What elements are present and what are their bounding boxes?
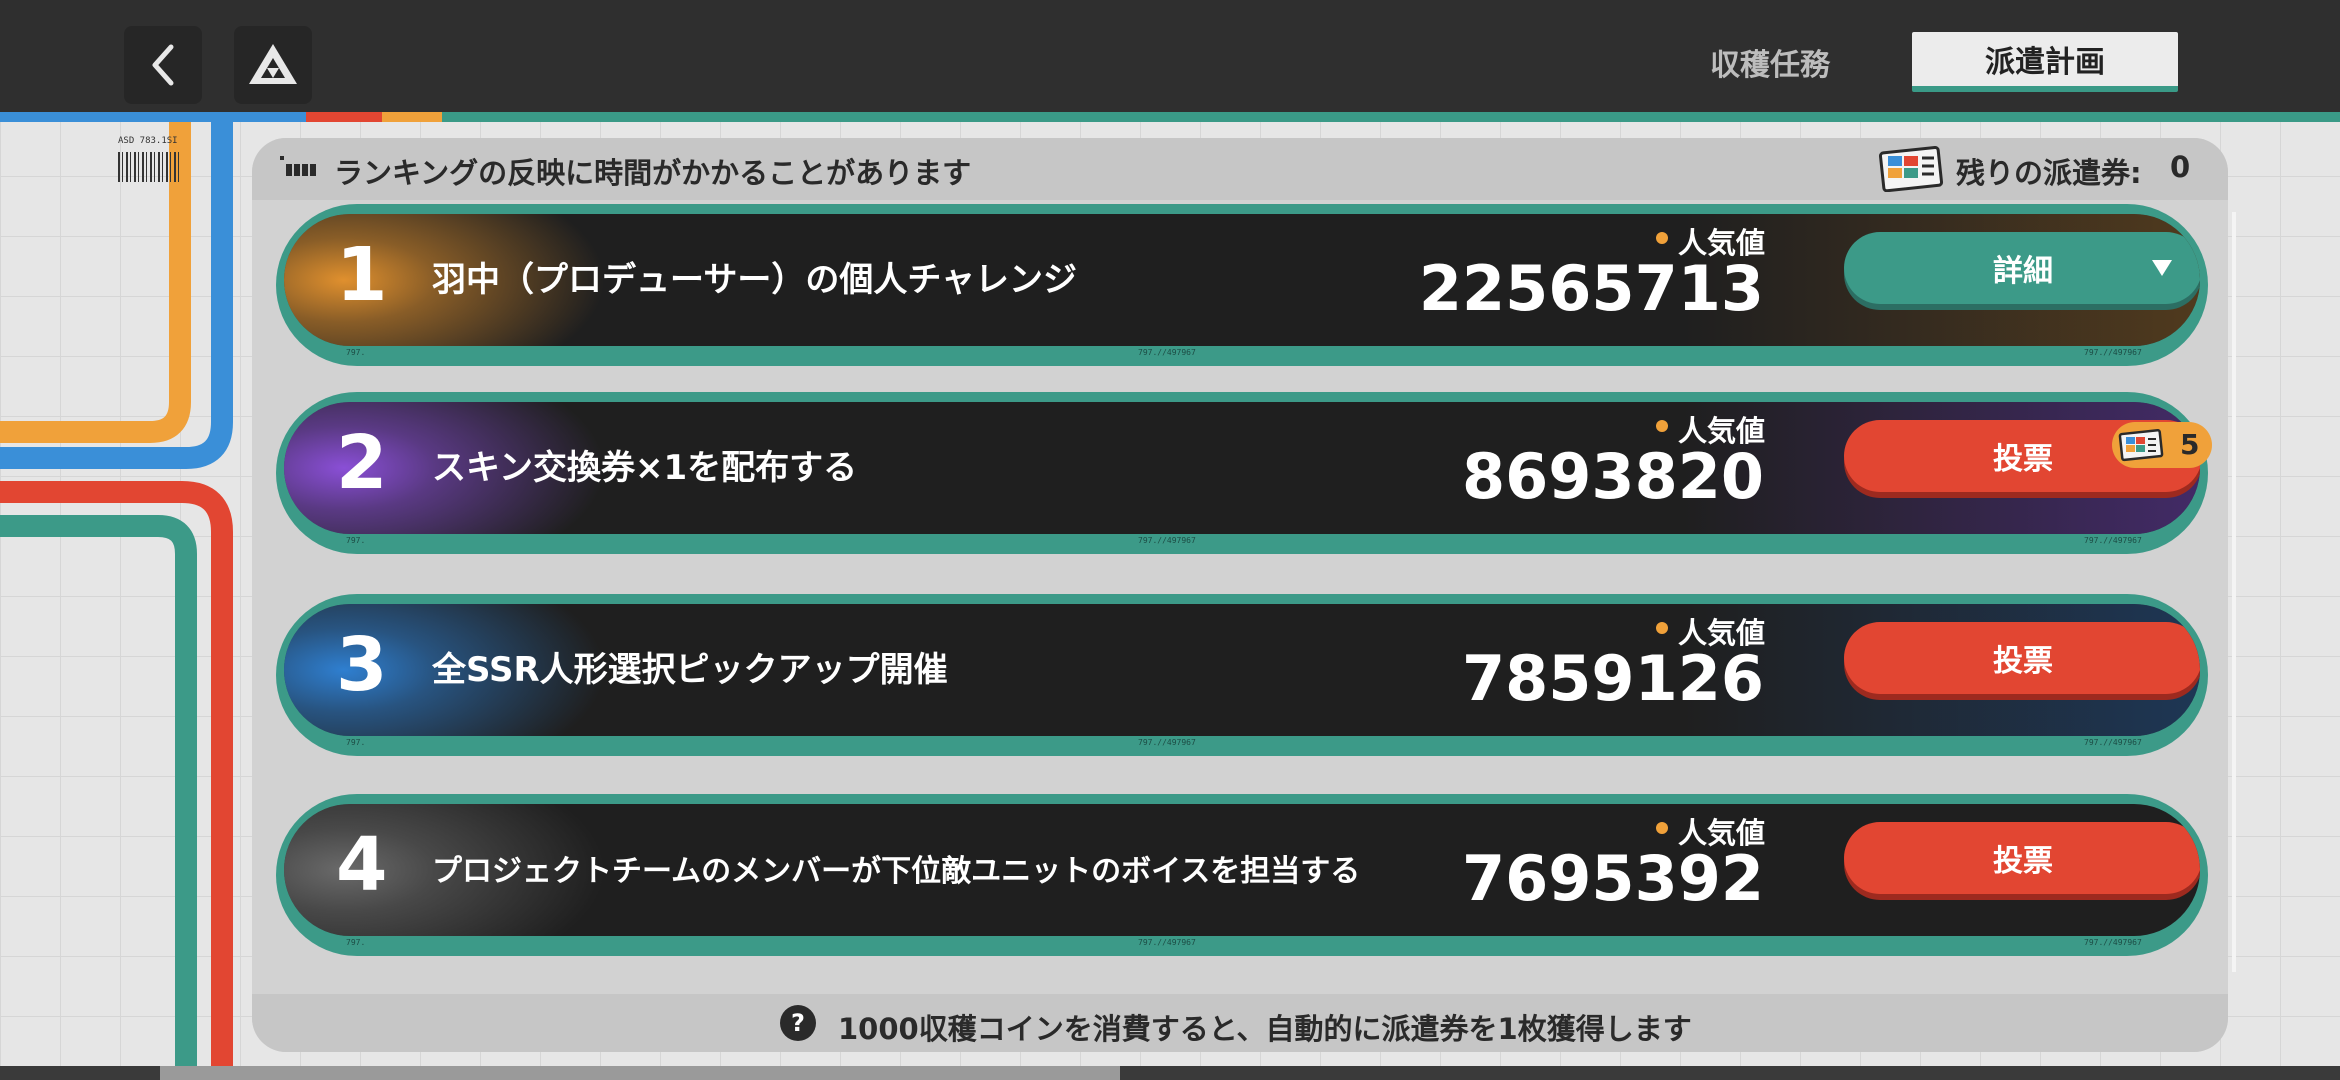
ranking-notice-text: ランキングの反映に時間がかかることがあります bbox=[334, 156, 972, 190]
popularity-value: 22565713 bbox=[1418, 252, 1764, 325]
row-title: スキン交換券×1を配布する bbox=[432, 448, 858, 488]
row-title: プロジェクトチームのメンバーが下位敵ユニットのボイスを担当する bbox=[432, 854, 1361, 889]
top-bar: 収穫任務 派遣計画 bbox=[0, 0, 2340, 112]
rank-number: 1 bbox=[336, 232, 388, 318]
ranking-row-card: 1 羽中（プロデューサー）の個人チャレンジ 人気値 22565713 詳細 bbox=[284, 214, 2200, 346]
vote-button-label: 投票 bbox=[1993, 844, 2053, 879]
remaining-tickets-value: 0 bbox=[2170, 150, 2191, 184]
row-marks: 797. bbox=[346, 348, 366, 357]
ranking-row-3: 3 全SSR人形選択ピックアップ開催 人気値 7859126 投票 797. 7… bbox=[276, 594, 2208, 756]
popularity-dot bbox=[1656, 822, 1668, 834]
triangle-logo-icon bbox=[249, 44, 297, 84]
popularity-value: 8693820 bbox=[1462, 440, 1764, 513]
popularity-dot bbox=[1656, 622, 1668, 634]
ranking-row-card: 3 全SSR人形選択ピックアップ開催 人気値 7859126 投票 bbox=[284, 604, 2200, 736]
detail-button-label: 詳細 bbox=[1993, 254, 2053, 289]
dispatch-ticket-icon bbox=[1878, 145, 1944, 192]
left-decorative-lines bbox=[0, 122, 233, 1066]
detail-button[interactable]: 詳細 bbox=[1844, 232, 2200, 304]
signal-icon bbox=[280, 156, 316, 176]
vote-button-label: 投票 bbox=[1993, 644, 2053, 679]
popularity-dot bbox=[1656, 232, 1668, 244]
popularity-value: 7859126 bbox=[1462, 642, 1764, 715]
row-title: 羽中（プロデューサー）の個人チャレンジ bbox=[432, 260, 1077, 300]
rank-number: 4 bbox=[336, 822, 388, 908]
ranking-row-1: 1 羽中（プロデューサー）の個人チャレンジ 人気値 22565713 詳細 79… bbox=[276, 204, 2208, 366]
footer-info-text: 1000収穫コインを消費すると、自動的に派遣券を1枚獲得します bbox=[838, 1012, 1692, 1046]
vote-button[interactable]: 投票 bbox=[1844, 822, 2200, 894]
row-title: 全SSR人形選択ピックアップ開催 bbox=[432, 650, 948, 690]
rank-number: 2 bbox=[336, 420, 388, 506]
notice-bar: ランキングの反映に時間がかかることがあります 残りの派遣券: 0 bbox=[252, 138, 2228, 200]
ranking-row-4: 4 プロジェクトチームのメンバーが下位敵ユニットのボイスを担当する 人気値 76… bbox=[276, 794, 2208, 956]
dispatch-ticket-icon bbox=[2118, 429, 2164, 462]
list-scrollbar[interactable] bbox=[2232, 212, 2236, 972]
top-accent-stripe bbox=[0, 112, 2340, 122]
vote-button-label: 投票 bbox=[1993, 442, 2053, 477]
footer-info-bar: ? 1000収穫コインを消費すると、自動的に派遣券を1枚獲得します bbox=[252, 994, 2228, 1052]
remaining-tickets-label: 残りの派遣券: bbox=[1956, 156, 2142, 190]
vote-cost-value: 5 bbox=[2180, 428, 2200, 461]
popularity-value: 7695392 bbox=[1462, 842, 1764, 915]
vote-button[interactable]: 投票 bbox=[1844, 622, 2200, 694]
rank-number: 3 bbox=[336, 622, 388, 708]
question-icon[interactable]: ? bbox=[780, 1005, 816, 1041]
tab-dispatch-plan[interactable]: 派遣計画 bbox=[1912, 32, 2178, 92]
home-button[interactable] bbox=[234, 26, 312, 104]
barcode-label: ASD 783.1SI bbox=[118, 136, 178, 146]
back-button[interactable] bbox=[124, 26, 202, 104]
tab-harvest-mission[interactable]: 収穫任務 bbox=[1640, 32, 1900, 92]
popularity-dot bbox=[1656, 420, 1668, 432]
ranking-panel: ランキングの反映に時間がかかることがあります 残りの派遣券: 0 1 羽中（プロ… bbox=[252, 138, 2236, 1052]
ranking-row-card: 4 プロジェクトチームのメンバーが下位敵ユニットのボイスを担当する 人気値 76… bbox=[284, 804, 2200, 936]
ranking-row-card: 2 スキン交換券×1を配布する 人気値 8693820 投票 bbox=[284, 402, 2200, 534]
ranking-row-2: 2 スキン交換券×1を配布する 人気値 8693820 投票 5 797. 79… bbox=[276, 392, 2212, 554]
barcode-decoration bbox=[118, 152, 180, 182]
bottom-strip bbox=[0, 1066, 2340, 1080]
chevron-left-icon bbox=[152, 44, 174, 86]
dropdown-triangle-icon bbox=[2152, 260, 2172, 276]
vote-cost-badge: 5 bbox=[2112, 422, 2212, 468]
